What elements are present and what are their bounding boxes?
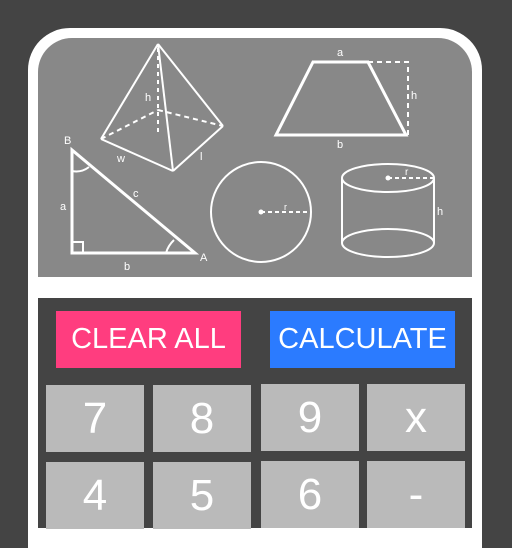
triangle-vertex-b-label: B: [64, 135, 71, 147]
circle-r-label: r: [284, 202, 287, 212]
trapezoid-a-label: a: [337, 47, 344, 59]
right-triangle-shape: [70, 146, 200, 255]
triangle-side-c-label: c: [133, 188, 139, 200]
calculate-button[interactable]: CALCULATE: [270, 311, 455, 368]
trapezoid-h-label: h: [411, 90, 417, 102]
cylinder-h-label: h: [437, 206, 443, 218]
pyramid-l-label: l: [200, 151, 202, 163]
trapezoid-b-label: b: [337, 139, 343, 151]
geometry-shapes-illustration: h w l a b h B A a b c r r h: [60, 43, 443, 273]
key-9[interactable]: 9: [261, 384, 359, 451]
key-5[interactable]: 5: [153, 462, 251, 529]
key-multiply[interactable]: x: [367, 384, 465, 451]
cylinder-r-label: r: [405, 167, 409, 178]
triangle-side-a-label: a: [60, 201, 67, 213]
key-minus[interactable]: -: [367, 461, 465, 528]
clear-all-button[interactable]: CLEAR ALL: [56, 311, 241, 368]
key-4[interactable]: 4: [46, 462, 144, 529]
triangle-side-b-label: b: [124, 261, 130, 273]
triangle-vertex-a-label: A: [200, 252, 208, 264]
key-8[interactable]: 8: [153, 385, 251, 452]
key-6[interactable]: 6: [261, 461, 359, 528]
shapes-display: h w l a b h B A a b c r r h: [38, 38, 472, 277]
keypad: CLEAR ALL CALCULATE 7 8 9 x 4 5 6 -: [38, 298, 472, 529]
trapezoid-shape: [273, 60, 409, 137]
pyramid-h-label: h: [145, 92, 151, 104]
key-7[interactable]: 7: [46, 385, 144, 452]
pyramid-w-label: w: [116, 153, 125, 165]
pyramid-shape: [100, 43, 224, 172]
